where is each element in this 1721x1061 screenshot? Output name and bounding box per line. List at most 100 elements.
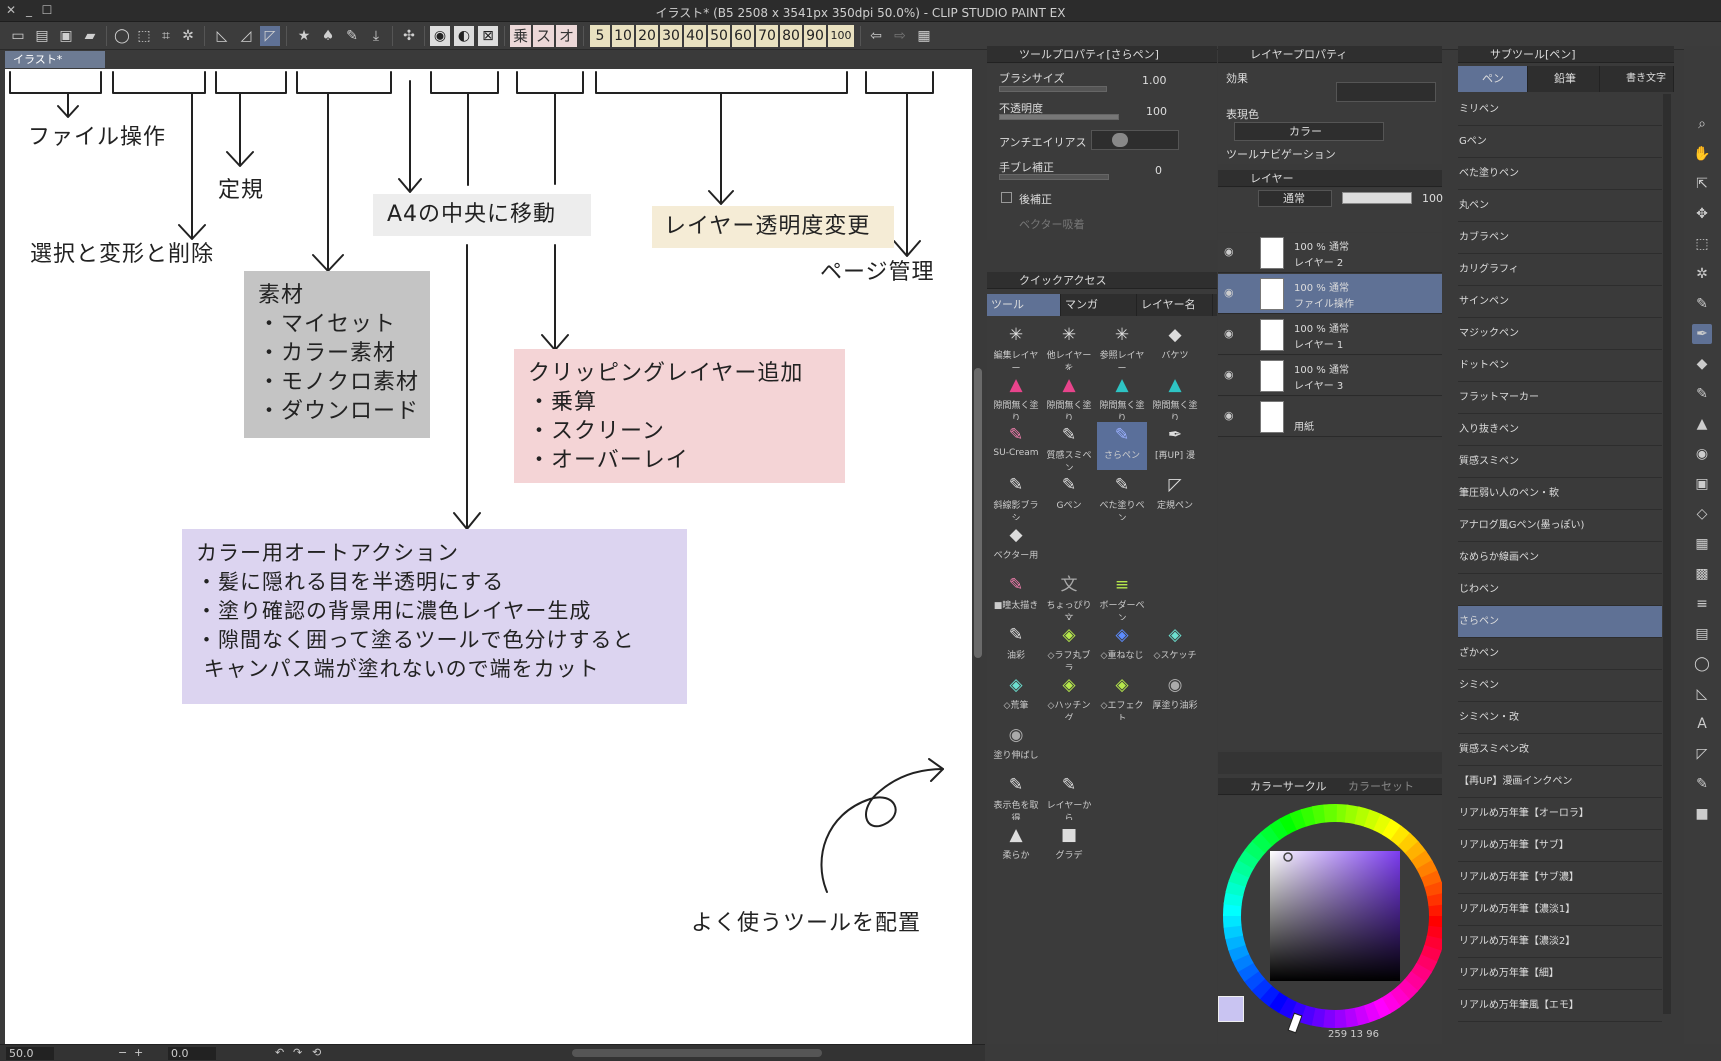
text-icon[interactable]: A xyxy=(1692,714,1712,734)
crop-edge-icon[interactable]: ⊠ xyxy=(478,26,498,46)
sub-tool-item[interactable]: 【再UP】漫画インクペン xyxy=(1458,766,1662,798)
ruler-icon[interactable]: ◺ xyxy=(212,26,232,46)
quick-access-item[interactable]: ◉ 厚塗り油彩 xyxy=(1150,672,1200,720)
save-icon[interactable]: ▣ xyxy=(56,26,76,46)
move-icon[interactable]: ✥ xyxy=(1692,204,1712,224)
open-file-icon[interactable]: ▤ xyxy=(32,26,52,46)
opacity-30-button[interactable]: 30 xyxy=(660,25,682,47)
effect-buttons[interactable] xyxy=(1336,82,1436,102)
canvas[interactable]: ファイル操作 定規 選択と変形と削除 A4の中央に移動 レイヤー透明度変更 ペー… xyxy=(5,69,972,1044)
quick-access-item[interactable]: ◆ ベクター用 xyxy=(991,522,1041,570)
sub-tool-item[interactable]: ドットペン xyxy=(1458,350,1662,382)
blend-icon[interactable]: ◉ xyxy=(1692,444,1712,464)
quick-access-item[interactable]: ✎ 質感スミペン xyxy=(1044,422,1094,470)
blend-mode-select[interactable]: 通常 xyxy=(1258,190,1332,207)
opacity-10-button[interactable]: 10 xyxy=(612,25,634,47)
sub-tool-item[interactable]: リアルめ万年筆【細】 xyxy=(1458,958,1662,990)
sub-tool-item[interactable]: リアルめ万年筆【オーロラ】 xyxy=(1458,798,1662,830)
select-rect-icon[interactable]: ⬚ xyxy=(134,26,154,46)
sub-tool-scrollbar[interactable] xyxy=(1663,94,1671,1014)
quick-access-item[interactable]: ◈ ◇ラフ丸ブラ xyxy=(1044,622,1094,670)
quick-access-item[interactable]: ≡ ボーダーペン xyxy=(1097,572,1147,620)
layer-row[interactable]: ◉ 100 % 通常 ファイル操作 xyxy=(1218,274,1442,314)
quick-access-item[interactable]: ▲ 隙間無く塗り xyxy=(991,372,1041,420)
line-icon[interactable]: ≡ xyxy=(1692,594,1712,614)
correct-line-icon[interactable]: ◸ xyxy=(1692,744,1712,764)
quick-access-item[interactable]: ✎ Gペン xyxy=(1044,472,1094,520)
select-icon[interactable]: ⬚ xyxy=(1692,234,1712,254)
quick-access-item[interactable] xyxy=(1150,572,1200,620)
stabilize-slider[interactable] xyxy=(999,174,1109,180)
quick-access-item[interactable]: ✎ 油彩 xyxy=(991,622,1041,670)
tone-icon[interactable]: ▩ xyxy=(1692,564,1712,584)
stabilize-value[interactable]: 0 xyxy=(1155,164,1162,177)
sub-tool-item[interactable]: シミペン・改 xyxy=(1458,702,1662,734)
quick-access-item[interactable]: ✒ [再UP] 漫 xyxy=(1150,422,1200,470)
color-set-tab[interactable]: カラーセット xyxy=(1348,780,1414,793)
select-auto-icon[interactable]: ✲ xyxy=(178,26,198,46)
page-prev-icon[interactable]: ⇦ xyxy=(866,26,886,46)
sub-tool-item[interactable]: ざかペン xyxy=(1458,638,1662,670)
sub-tool-item[interactable]: リアルめ万年筆【濃淡1】 xyxy=(1458,894,1662,926)
opacity-40-button[interactable]: 40 xyxy=(684,25,706,47)
main-color-swatch[interactable] xyxy=(1218,996,1244,1022)
quick-access-item[interactable]: ▲ 隙間無く塗り xyxy=(1097,372,1147,420)
sub-tool-item[interactable]: アナログ風Gペン(墨っぽい) xyxy=(1458,510,1662,542)
pattern-icon[interactable]: ▦ xyxy=(1692,534,1712,554)
eye-icon[interactable]: ◉ xyxy=(1224,409,1234,422)
eraser-icon[interactable]: ◆ xyxy=(1692,354,1712,374)
mono-material-icon[interactable]: ✎ xyxy=(342,26,362,46)
vector-icon[interactable]: ✎ xyxy=(1692,774,1712,794)
color-wheel[interactable] xyxy=(1218,796,1448,1044)
canvas-scroll-thumb[interactable] xyxy=(974,368,982,658)
quick-access-item[interactable]: ✳ 他レイヤーを xyxy=(1044,322,1094,370)
sub-tool-item[interactable]: リアルめ万年筆【サブ】 xyxy=(1458,830,1662,862)
quick-access-item[interactable] xyxy=(1044,522,1094,570)
quick-access-item[interactable] xyxy=(1097,722,1147,770)
sub-tool-item[interactable]: なめらか線画ペン xyxy=(1458,542,1662,574)
layer-row[interactable]: ◉ 用紙 xyxy=(1218,397,1442,437)
hand-icon[interactable]: ✋ xyxy=(1692,144,1712,164)
brush-size-slider[interactable] xyxy=(999,86,1107,92)
horizontal-scroll-thumb[interactable] xyxy=(572,1049,822,1057)
zoom-field[interactable]: 50.0 xyxy=(6,1047,54,1060)
rotate-right-icon[interactable]: ↷ xyxy=(293,1046,302,1059)
subtool-tab-text[interactable]: 書き文字 xyxy=(1602,66,1674,92)
sub-tool-item[interactable]: さらペン xyxy=(1458,606,1662,638)
eyedropper-icon[interactable]: ✎ xyxy=(1692,294,1712,314)
opacity-90-button[interactable]: 90 xyxy=(804,25,826,47)
layer-opacity-slider[interactable] xyxy=(1342,192,1412,204)
brush-icon[interactable]: ✎ xyxy=(1692,384,1712,404)
frame-icon[interactable]: ▤ xyxy=(1692,624,1712,644)
sub-tool-item[interactable]: カリグラフィ xyxy=(1458,254,1662,286)
layer-row[interactable]: ◉ 100 % 通常 レイヤー 2 xyxy=(1218,233,1442,273)
quick-access-item[interactable] xyxy=(1150,722,1200,770)
screen-layer-button[interactable]: ス xyxy=(533,25,554,47)
quick-access-item[interactable]: ▲ 隙間無く塗り xyxy=(1150,372,1200,420)
sub-tool-item[interactable]: 質感スミペン改 xyxy=(1458,734,1662,766)
post-correct-checkbox[interactable] xyxy=(1001,192,1012,203)
quick-access-item[interactable]: ✎ 斜線影ブラシ xyxy=(991,472,1041,520)
sub-tool-item[interactable]: ミリペン xyxy=(1458,94,1662,126)
quick-access-item[interactable]: ◈ ◇エフェクト xyxy=(1097,672,1147,720)
ruler-tool-icon[interactable]: ◺ xyxy=(1692,684,1712,704)
rotate-left-icon[interactable]: ↶ xyxy=(275,1046,284,1059)
opacity-5-button[interactable]: 5 xyxy=(590,25,610,47)
opacity-70-button[interactable]: 70 xyxy=(756,25,778,47)
sub-tool-item[interactable]: カブラペン xyxy=(1458,222,1662,254)
folder-icon[interactable]: ▰ xyxy=(80,26,100,46)
ruler-curve-icon[interactable]: ◿ xyxy=(236,26,256,46)
quick-access-item[interactable]: ◈ ◇ハッチング xyxy=(1044,672,1094,720)
sub-tool-item[interactable]: シミペン xyxy=(1458,670,1662,702)
layer-row[interactable]: ◉ 100 % 通常 レイヤー 1 xyxy=(1218,315,1442,355)
quick-access-item[interactable]: ✳ 参照レイヤー xyxy=(1097,322,1147,370)
quick-access-item[interactable] xyxy=(1097,522,1147,570)
autoaction-icon[interactable]: ◐ xyxy=(454,26,474,46)
gradient-icon[interactable]: ▣ xyxy=(1692,474,1712,494)
qa-tab-tool[interactable]: ツール xyxy=(987,294,1061,316)
quick-access-item[interactable]: ✎ レイヤーから xyxy=(1044,772,1094,820)
layer-row[interactable]: ◉ 100 % 通常 レイヤー 3 xyxy=(1218,356,1442,396)
quick-access-item[interactable]: ▲ 隙間無く塗り xyxy=(1044,372,1094,420)
quick-access-item[interactable]: ✎ SU-Cream xyxy=(991,422,1041,470)
eye-icon[interactable]: ◉ xyxy=(1224,368,1234,381)
